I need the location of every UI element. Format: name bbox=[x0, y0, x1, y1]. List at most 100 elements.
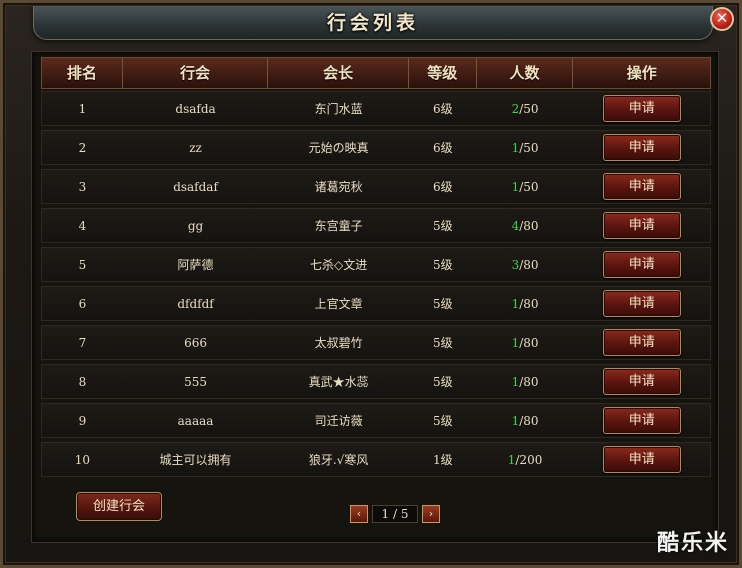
create-guild-button[interactable]: 创建行会 bbox=[76, 492, 162, 521]
header-members: 人数 bbox=[477, 58, 574, 88]
table-body: 1 dsafda 东门水蓝 6级 2/50 申请 2 zz 元始の映真 6级 1/50 申请 3 dsaf… bbox=[41, 91, 711, 481]
level-cell: 5级 bbox=[432, 336, 453, 350]
members-max: /80 bbox=[519, 296, 539, 311]
page-indicator: 1 / 5 bbox=[372, 505, 418, 523]
members-cell: 3/80 bbox=[477, 258, 574, 272]
guild-name-cell: dsafdaf bbox=[173, 179, 218, 194]
leader-cell: 元始の映真 bbox=[308, 141, 369, 155]
leader-cell: 东门水蓝 bbox=[314, 102, 363, 116]
operation-cell: 申请 bbox=[573, 368, 710, 395]
guild-name-cell: 城主可以拥有 bbox=[159, 453, 232, 467]
table-row: 2 zz 元始の映真 6级 1/50 申请 bbox=[41, 130, 711, 165]
operation-cell: 申请 bbox=[573, 251, 710, 278]
apply-button[interactable]: 申请 bbox=[602, 212, 681, 239]
members-max: /50 bbox=[519, 179, 539, 194]
members-cell: 1/80 bbox=[477, 336, 574, 350]
rank-cell: 2 bbox=[78, 140, 87, 155]
rank-cell: 3 bbox=[78, 179, 87, 194]
rank-cell: 9 bbox=[78, 413, 87, 428]
members-max: /80 bbox=[519, 413, 539, 428]
header-leader: 会长 bbox=[268, 58, 409, 88]
rank-cell: 6 bbox=[78, 296, 87, 311]
members-max: /80 bbox=[519, 257, 539, 272]
level-cell: 5级 bbox=[432, 297, 453, 311]
apply-button[interactable]: 申请 bbox=[602, 368, 681, 395]
guild-name-cell: zz bbox=[189, 140, 202, 155]
table-row: 8 555 真武★水蕊 5级 1/80 申请 bbox=[41, 364, 711, 399]
apply-button[interactable]: 申请 bbox=[602, 173, 681, 200]
guild-name-cell: aaaaa bbox=[177, 413, 214, 428]
leader-cell: 诸葛宛秋 bbox=[314, 180, 363, 194]
rank-cell: 10 bbox=[74, 452, 91, 467]
operation-cell: 申请 bbox=[573, 173, 710, 200]
operation-cell: 申请 bbox=[573, 95, 710, 122]
level-cell: 1级 bbox=[432, 453, 453, 467]
apply-button[interactable]: 申请 bbox=[602, 95, 681, 122]
apply-button[interactable]: 申请 bbox=[602, 329, 681, 356]
pagination: ‹ 1 / 5 › bbox=[350, 504, 440, 524]
operation-cell: 申请 bbox=[573, 329, 710, 356]
operation-cell: 申请 bbox=[573, 212, 710, 239]
leader-cell: 狼牙.√寒风 bbox=[308, 453, 369, 467]
operation-cell: 申请 bbox=[573, 290, 710, 317]
watermark-logo: 酷乐米 bbox=[656, 531, 729, 556]
members-cell: 1/50 bbox=[477, 141, 574, 155]
apply-button[interactable]: 申请 bbox=[602, 134, 681, 161]
table-row: 1 dsafda 东门水蓝 6级 2/50 申请 bbox=[41, 91, 711, 126]
table-header: 排名 行会 会长 等级 人数 操作 bbox=[41, 57, 711, 89]
level-cell: 5级 bbox=[432, 375, 453, 389]
rank-cell: 7 bbox=[78, 335, 87, 350]
leader-cell: 上官文章 bbox=[314, 297, 363, 311]
apply-button[interactable]: 申请 bbox=[602, 446, 681, 473]
members-max: /50 bbox=[519, 101, 539, 116]
members-cell: 1/80 bbox=[477, 297, 574, 311]
leader-cell: 真武★水蕊 bbox=[308, 375, 369, 389]
members-max: /80 bbox=[519, 374, 539, 389]
table-row: 10 城主可以拥有 狼牙.√寒风 1级 1/200 申请 bbox=[41, 442, 711, 477]
level-cell: 5级 bbox=[432, 219, 453, 233]
rank-cell: 5 bbox=[78, 257, 87, 272]
header-rank: 排名 bbox=[42, 58, 123, 88]
members-cell: 1/80 bbox=[477, 414, 574, 428]
guild-name-cell: 555 bbox=[184, 374, 207, 389]
rank-cell: 4 bbox=[78, 218, 87, 233]
guild-table-panel: 排名 行会 会长 等级 人数 操作 1 dsafda 东门水蓝 6级 2/50 申请 2 zz… bbox=[31, 51, 719, 543]
next-page-button[interactable]: › bbox=[422, 505, 440, 523]
operation-cell: 申请 bbox=[573, 134, 710, 161]
table-row: 5 阿萨德 七杀◇文进 5级 3/80 申请 bbox=[41, 247, 711, 282]
rank-cell: 1 bbox=[78, 101, 87, 116]
close-button[interactable]: ✕ bbox=[710, 7, 734, 31]
level-cell: 6级 bbox=[432, 141, 453, 155]
title-bar: 行会列表 bbox=[33, 6, 713, 40]
guild-name-cell: dsafda bbox=[175, 101, 216, 116]
members-max: /200 bbox=[515, 452, 543, 467]
table-row: 6 dfdfdf 上官文章 5级 1/80 申请 bbox=[41, 286, 711, 321]
members-cell: 2/50 bbox=[477, 102, 574, 116]
guild-name-cell: gg bbox=[187, 218, 204, 233]
guild-list-window: 行会列表 ✕ 排名 行会 会长 等级 人数 操作 1 dsafda 东门水蓝 6级 2/… bbox=[0, 0, 742, 568]
guild-name-cell: 666 bbox=[184, 335, 207, 350]
members-cell: 1/80 bbox=[477, 375, 574, 389]
members-max: /50 bbox=[519, 140, 539, 155]
members-cell: 4/80 bbox=[477, 219, 574, 233]
members-max: /80 bbox=[519, 218, 539, 233]
guild-name-cell: 阿萨德 bbox=[177, 258, 214, 272]
leader-cell: 七杀◇文进 bbox=[310, 258, 368, 272]
level-cell: 6级 bbox=[432, 180, 453, 194]
leader-cell: 东宫童子 bbox=[314, 219, 363, 233]
header-operation: 操作 bbox=[626, 64, 657, 82]
apply-button[interactable]: 申请 bbox=[602, 407, 681, 434]
apply-button[interactable]: 申请 bbox=[602, 290, 681, 317]
guild-name-cell: dfdfdf bbox=[177, 296, 214, 311]
header-level: 等级 bbox=[409, 58, 477, 88]
table-row: 9 aaaaa 司迁访薇 5级 1/80 申请 bbox=[41, 403, 711, 438]
operation-cell: 申请 bbox=[573, 407, 710, 434]
apply-button[interactable]: 申请 bbox=[602, 251, 681, 278]
prev-page-button[interactable]: ‹ bbox=[350, 505, 368, 523]
level-cell: 5级 bbox=[432, 258, 453, 272]
leader-cell: 太叔碧竹 bbox=[314, 336, 363, 350]
members-cell: 1/200 bbox=[477, 453, 574, 467]
header-guild: 行会 bbox=[123, 58, 269, 88]
members-cell: 1/50 bbox=[477, 180, 574, 194]
operation-cell: 申请 bbox=[573, 446, 710, 473]
